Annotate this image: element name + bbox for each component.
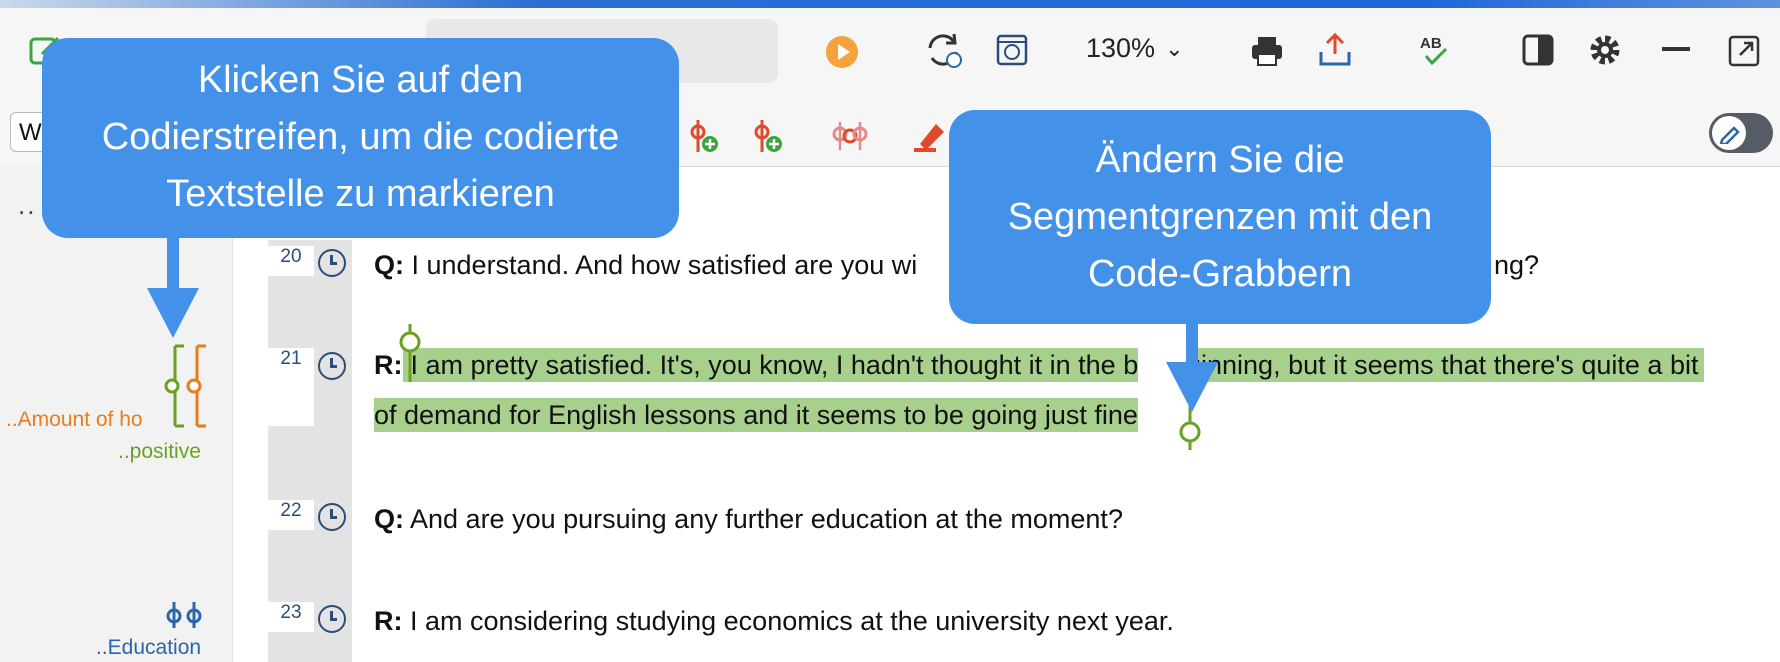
code-label-amount[interactable]: ..Amount of ho [6, 408, 143, 432]
line-number-gutter [268, 240, 352, 662]
callout-arrow-head [147, 288, 199, 338]
clock-icon[interactable] [318, 352, 346, 380]
svg-text:AB: AB [1420, 35, 1442, 52]
external-window-icon[interactable] [1728, 35, 1760, 67]
play-icon[interactable] [824, 34, 860, 70]
timestamp-icon[interactable] [996, 34, 1028, 66]
speaker: Q: [374, 250, 404, 280]
clock-icon[interactable] [318, 605, 346, 633]
coded-segment-line1b[interactable]: ginning, but it seems that there's quite… [1186, 348, 1705, 382]
code-label-education[interactable]: ..Education [96, 636, 201, 660]
code-label-positive[interactable]: ..positive [118, 440, 201, 464]
paragraph-text: And are you pursuing any further educati… [404, 504, 1123, 534]
callout-arrow-head [1166, 362, 1218, 412]
paragraph-23: R: I am considering studying economics a… [374, 606, 1174, 637]
paragraph-22: Q: And are you pursuing any further educ… [374, 504, 1123, 535]
line-number-22: 22 [268, 500, 314, 530]
print-icon[interactable] [1250, 34, 1284, 68]
clock-icon[interactable] [318, 249, 346, 277]
edit-mode-toggle[interactable] [1709, 113, 1773, 153]
coding-stripe-education[interactable] [164, 600, 204, 630]
margin-more-indicator[interactable]: .. [18, 190, 36, 221]
paragraph-20: Q: I understand. And how satisfied are y… [374, 250, 917, 281]
clock-icon[interactable] [318, 503, 346, 531]
minimize-icon[interactable] [1662, 46, 1690, 52]
paragraph-text: I understand. And how satisfied are you … [404, 250, 918, 280]
callout-line: Code-Grabbern [1087, 253, 1353, 295]
coding-stripe-positive[interactable] [164, 344, 186, 428]
export-icon[interactable] [1318, 32, 1352, 68]
coded-segment-line1a[interactable]: I am pretty satisfied. It's, you know, I… [402, 348, 1139, 382]
code-add-icon[interactable] [688, 118, 722, 154]
zoom-value: 130% [1086, 33, 1156, 63]
paragraph-21-line2: of demand for English lessons and it see… [374, 398, 1138, 432]
speaker: Q: [374, 504, 404, 534]
speaker: R: [374, 606, 403, 636]
spellcheck-icon[interactable]: AB [1418, 32, 1452, 68]
callout-line: Segmentgrenzen mit den [1007, 196, 1433, 238]
paragraph-20-tail: ng? [1494, 250, 1540, 280]
paragraph-text: I am considering studying economics at t… [402, 606, 1174, 636]
pencil-icon [1712, 116, 1746, 150]
paragraph-21: R: I am pretty satisfied. It's, you know,… [374, 348, 1139, 382]
line-number-21: 21 [268, 348, 314, 426]
window-top-band [0, 0, 1780, 8]
callout-coding-stripe: Klicken Sie auf den Codierstreifen, um d… [42, 38, 679, 238]
sidebar-icon[interactable] [1522, 34, 1554, 66]
callout-arrow-stem [167, 236, 179, 292]
gear-icon[interactable] [1588, 33, 1622, 67]
code-grabber-start[interactable] [396, 322, 424, 384]
callout-line: Textstelle zu markieren [166, 173, 555, 215]
callout-line: Codierstreifen, um die codierte [101, 116, 620, 158]
sync-time-icon[interactable] [924, 30, 964, 70]
line-number-20: 20 [268, 246, 314, 276]
callout-line: Klicken Sie auf den [197, 59, 524, 101]
callout-line: Ändern Sie die [1095, 139, 1345, 181]
callout-arrow-stem [1186, 322, 1198, 366]
zoom-dropdown[interactable]: 130% ⌄ [1086, 33, 1184, 64]
chevron-down-icon: ⌄ [1165, 35, 1184, 61]
coded-segment-line2[interactable]: of demand for English lessons and it see… [374, 398, 1138, 432]
code-multi-icon[interactable] [830, 118, 870, 154]
coding-stripe-amount[interactable] [186, 344, 208, 428]
line-number-23: 23 [268, 602, 314, 632]
code-add-icon-2[interactable] [752, 118, 786, 154]
highlighter-icon[interactable] [912, 118, 948, 154]
callout-code-grabbers: Ändern Sie die Segmentgrenzen mit den Co… [949, 110, 1491, 324]
paragraph-21-continued: ginning, but it seems that there's quite… [1186, 348, 1705, 382]
